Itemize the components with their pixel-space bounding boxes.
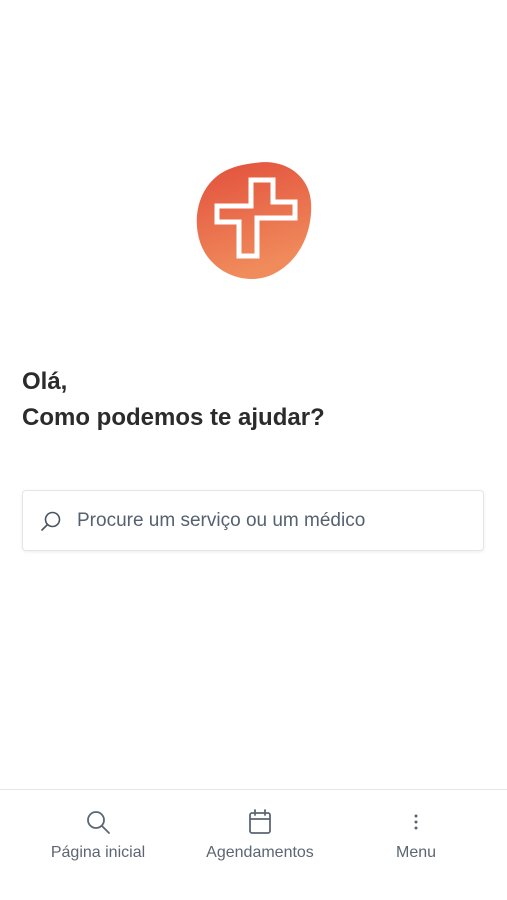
search-icon [84, 808, 112, 836]
search-input[interactable] [75, 508, 459, 533]
calendar-icon [246, 808, 274, 836]
app-logo [195, 160, 313, 280]
more-vertical-icon [402, 808, 430, 836]
nav-label-menu: Menu [395, 844, 437, 861]
nav-label-appointments: Agendamentos [206, 844, 314, 861]
nav-item-home[interactable]: Página inicial [50, 808, 146, 862]
home-screen: Olá, Como podemos te ajudar? Página inic… [0, 0, 507, 900]
nav-item-menu[interactable]: Menu [390, 808, 442, 862]
search-icon [39, 509, 63, 533]
greeting-question: Como podemos te ajudar? [22, 404, 325, 431]
greeting: Olá, Como podemos te ajudar? [22, 364, 325, 436]
greeting-hello: Olá, [22, 368, 68, 395]
nav-label-home: Página inicial [50, 844, 146, 861]
bottom-navigation: Página inicial Agendamentos Menu [0, 789, 507, 900]
nav-item-appointments[interactable]: Agendamentos [203, 808, 317, 862]
search-box[interactable] [22, 490, 484, 551]
medical-cross-logo-icon [196, 162, 312, 279]
